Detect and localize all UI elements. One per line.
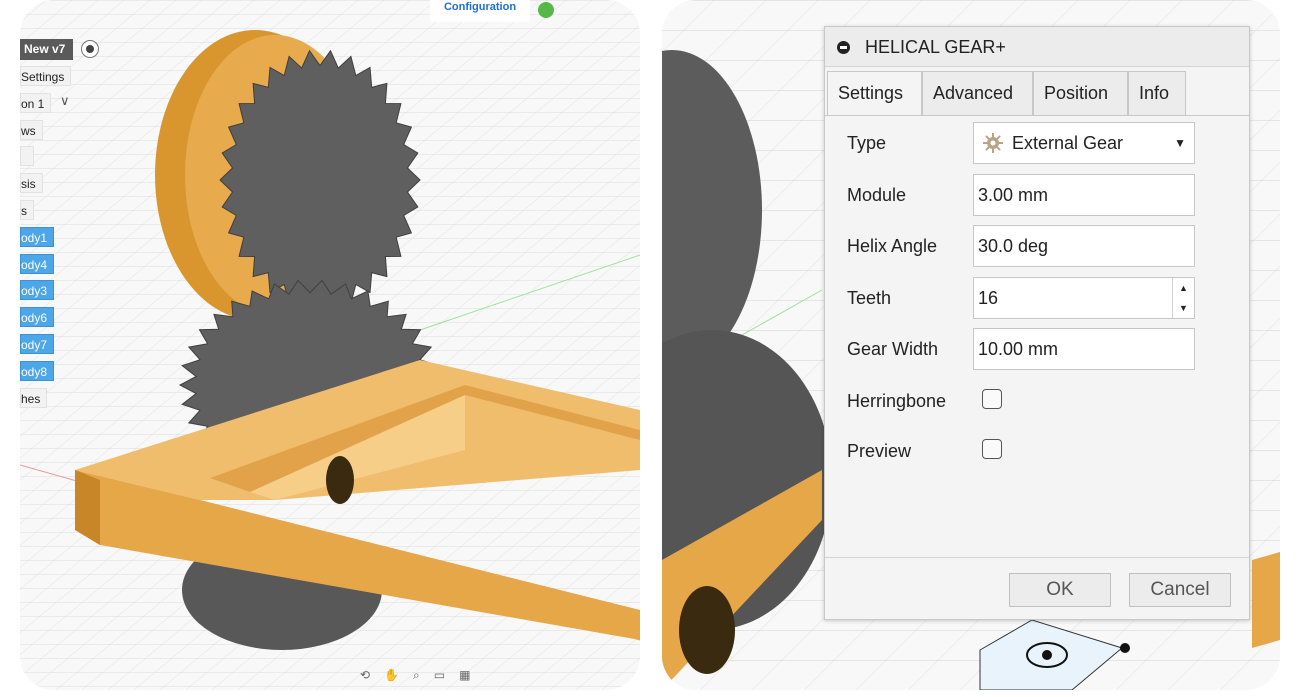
helix-angle-input[interactable]: 30.0 deg [973,225,1195,267]
ok-button[interactable]: OK [1009,573,1111,607]
dialog-tabs: Settings Advanced Position Info [827,71,1186,115]
tab-divider [825,115,1249,116]
chevron-down-icon[interactable]: ∨ [60,93,70,109]
dialog-title: HELICAL GEAR+ [825,27,1249,67]
preview-label: Preview [847,441,912,461]
teeth-value: 16 [978,288,999,308]
browser-item[interactable]: Settings [20,66,72,86]
teeth-spinner: ▲ ▼ [1172,278,1194,318]
browser-root-component[interactable]: New v7 [20,39,74,60]
spin-down-icon[interactable]: ▼ [1173,298,1194,318]
browser-item[interactable]: ody3 [20,280,55,301]
configuration-badge[interactable]: Configuration [430,0,530,22]
herringbone-label: Herringbone [847,391,947,411]
helical-gear-dialog: HELICAL GEAR+ Settings Advanced Position… [824,26,1250,620]
dropdown-caret-icon: ▼ [1174,136,1186,150]
grid-icon[interactable]: ▦ [459,668,470,688]
spin-up-icon[interactable]: ▲ [1173,278,1194,298]
display-icon[interactable]: ▭ [434,668,445,688]
left-viewport-panel: Configuration New v7 Settings on 1 ws sis s o… [20,0,640,690]
module-label: Module [847,185,907,205]
type-label: Type [847,133,887,153]
type-select[interactable]: External Gear ▼ [973,122,1195,164]
teeth-label: Teeth [847,288,892,308]
cad-viewport-left[interactable] [20,0,640,690]
right-dialog-panel: HELICAL GEAR+ Settings Advanced Position… [662,0,1280,690]
type-value: External Gear [1012,133,1124,153]
collapse-icon[interactable] [837,41,850,54]
navigation-toolbar: ⟲ ✋ ⌕ ▭ ▦ [360,668,630,688]
module-input[interactable]: 3.00 mm [973,174,1195,216]
browser-item[interactable]: ody7 [20,334,55,354]
zoom-icon[interactable]: ⌕ [413,668,420,688]
browser-item[interactable]: ody4 [20,253,55,274]
tab-info[interactable]: Info [1128,71,1186,115]
browser-item[interactable]: ody8 [20,360,55,381]
tab-advanced[interactable]: Advanced [922,71,1033,115]
gear-icon [983,133,1003,153]
footer-divider [825,557,1249,558]
browser-item[interactable]: ody6 [20,307,55,328]
gear-width-label: Gear Width [847,339,939,359]
status-check-icon [538,2,554,18]
browser-item[interactable]: sis [20,173,43,194]
orbit-icon[interactable]: ⟲ [360,668,370,688]
tab-settings[interactable]: Settings [827,71,922,115]
browser-item[interactable] [20,146,34,167]
cancel-button[interactable]: Cancel [1129,573,1231,607]
browser-item[interactable]: on 1 [20,92,52,113]
helix-angle-label: Helix Angle [847,236,938,256]
herringbone-checkbox[interactable] [982,389,1002,409]
browser-item[interactable]: hes [20,387,48,408]
pan-icon[interactable]: ✋ [384,668,399,688]
teeth-stepper[interactable]: 16 ▲ ▼ [973,277,1195,319]
browser-item[interactable]: ws [20,119,43,140]
tab-position[interactable]: Position [1033,71,1128,115]
preview-checkbox[interactable] [982,439,1002,459]
browser-item[interactable]: s [20,200,34,220]
active-component-radio[interactable] [81,40,99,58]
gear-width-input[interactable]: 10.00 mm [973,328,1195,370]
browser-item[interactable]: ody1 [20,226,55,247]
